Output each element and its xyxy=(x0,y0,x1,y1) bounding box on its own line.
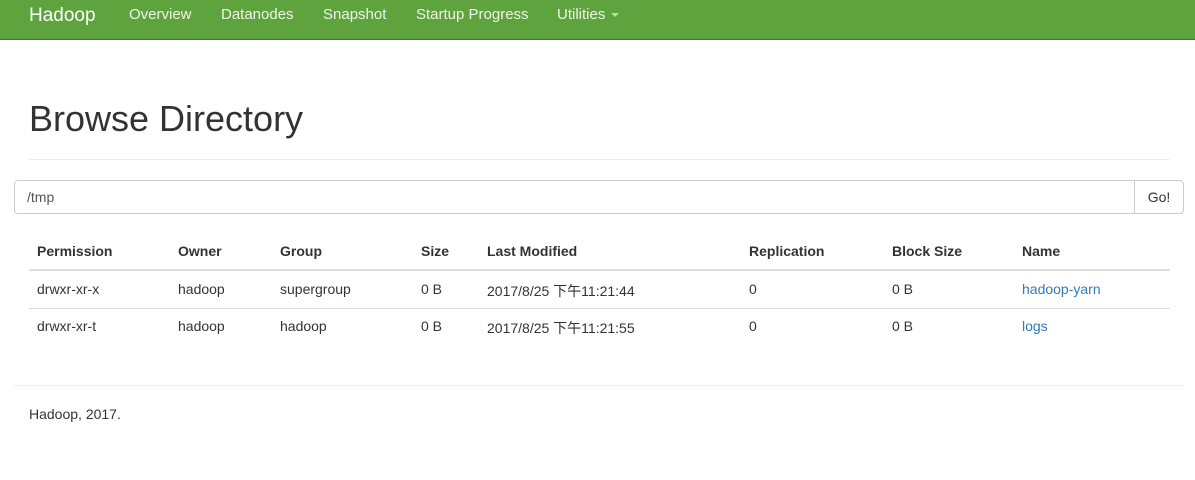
nav-item-startup-progress[interactable]: Startup Progress xyxy=(416,6,529,24)
go-button[interactable]: Go! xyxy=(1134,180,1184,214)
col-header-replication[interactable]: Replication xyxy=(749,243,824,259)
cell-group: supergroup xyxy=(280,281,351,297)
cell-replication: 0 xyxy=(749,281,757,297)
table-row: drwxr-xr-x hadoop supergroup 0 B 2017/8/… xyxy=(29,271,1170,308)
cell-name-link[interactable]: hadoop-yarn xyxy=(1022,281,1101,297)
col-header-group[interactable]: Group xyxy=(280,243,322,259)
col-header-permission[interactable]: Permission xyxy=(37,243,112,259)
cell-owner: hadoop xyxy=(178,318,225,334)
col-header-block-size[interactable]: Block Size xyxy=(892,243,962,259)
nav-item-overview[interactable]: Overview xyxy=(129,6,192,24)
cell-block-size: 0 B xyxy=(892,318,914,334)
col-header-owner[interactable]: Owner xyxy=(178,243,222,259)
cell-block-size: 0 B xyxy=(892,281,914,297)
nav-item-utilities[interactable]: Utilities xyxy=(557,6,620,24)
top-navbar: Hadoop Overview Datanodes Snapshot Start… xyxy=(0,0,1195,40)
nav-item-snapshot[interactable]: Snapshot xyxy=(323,6,386,24)
directory-path-input[interactable] xyxy=(14,180,1135,214)
cell-permission: drwxr-xr-x xyxy=(37,281,100,297)
footer-divider xyxy=(14,385,1184,386)
col-header-name[interactable]: Name xyxy=(1022,243,1060,259)
row-divider xyxy=(29,308,1170,309)
footer-copyright: Hadoop, 2017. xyxy=(29,406,121,422)
cell-last-modified: 2017/8/25 下午11:21:55 xyxy=(487,320,635,336)
cell-permission: drwxr-xr-t xyxy=(37,318,97,334)
col-header-size[interactable]: Size xyxy=(421,243,449,259)
cell-owner: hadoop xyxy=(178,281,225,297)
chevron-down-icon xyxy=(611,13,620,18)
page-title: Browse Directory xyxy=(29,98,304,139)
nav-item-datanodes[interactable]: Datanodes xyxy=(221,6,294,24)
cell-replication: 0 xyxy=(749,318,757,334)
col-header-last-modified[interactable]: Last Modified xyxy=(487,243,577,259)
cell-name-link[interactable]: logs xyxy=(1022,318,1048,334)
table-row: drwxr-xr-t hadoop hadoop 0 B 2017/8/25 下… xyxy=(29,308,1170,345)
nav-item-utilities-label: Utilities xyxy=(557,6,606,23)
title-divider xyxy=(29,159,1170,160)
brand-link[interactable]: Hadoop xyxy=(29,5,96,27)
cell-size: 0 B xyxy=(421,281,443,297)
cell-group: hadoop xyxy=(280,318,327,334)
cell-size: 0 B xyxy=(421,318,443,334)
cell-last-modified: 2017/8/25 下午11:21:44 xyxy=(487,283,635,299)
